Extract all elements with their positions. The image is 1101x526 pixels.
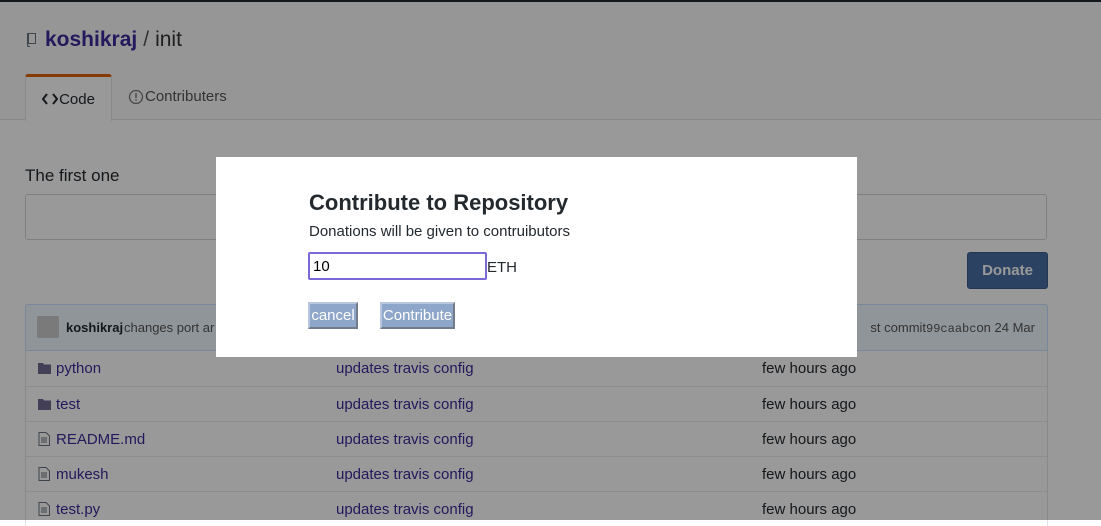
- contribute-modal: Contribute to Repository Donations will …: [216, 157, 857, 357]
- cancel-button[interactable]: cancel: [308, 302, 358, 329]
- modal-title: Contribute to Repository: [309, 190, 569, 215]
- amount-unit: ETH: [487, 259, 517, 276]
- amount-input[interactable]: [308, 252, 487, 280]
- contribute-button[interactable]: Contribute: [380, 302, 455, 329]
- modal-subtitle: Donations will be given to contruibutors: [309, 223, 570, 240]
